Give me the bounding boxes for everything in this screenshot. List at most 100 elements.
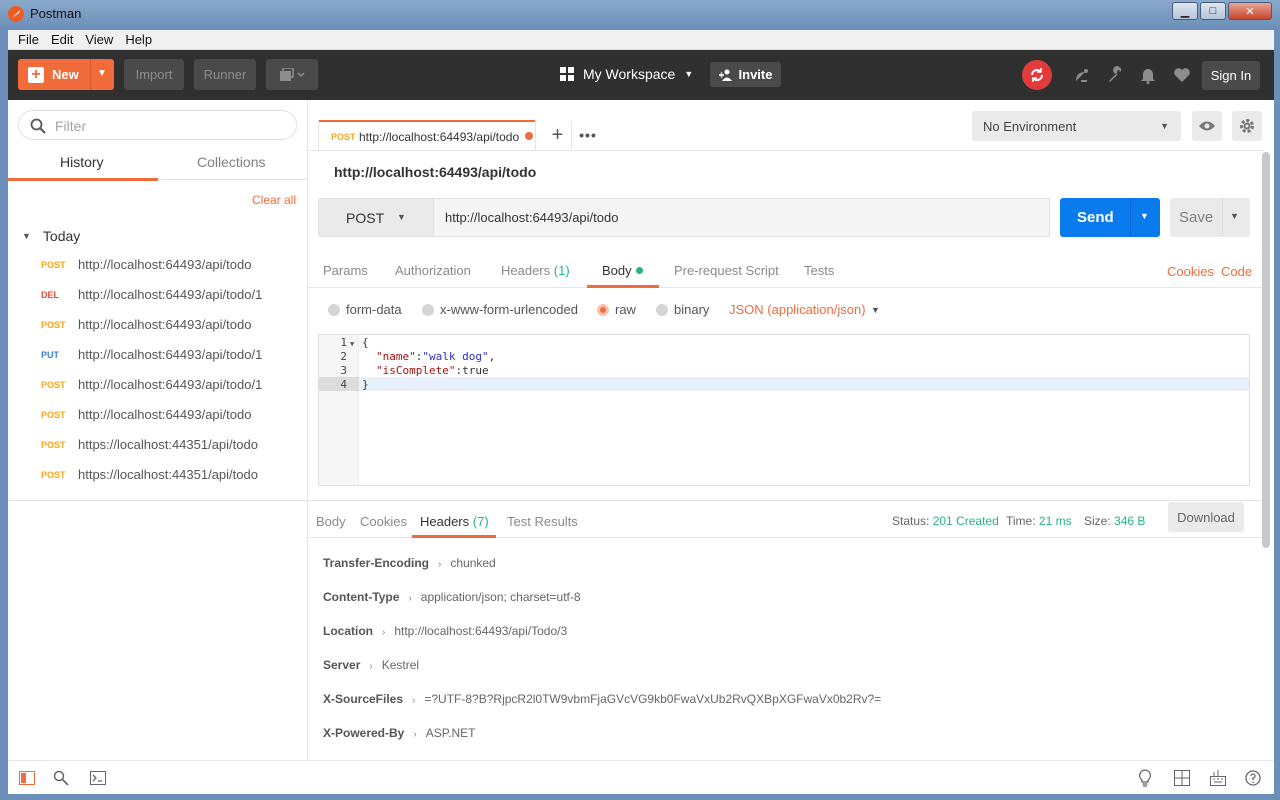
radio-raw[interactable] [597, 304, 609, 316]
tab-response-cookies[interactable]: Cookies [360, 514, 407, 529]
tab-tests[interactable]: Tests [804, 263, 834, 278]
code-line: "isComplete":true [376, 364, 489, 377]
header-key: Server [323, 658, 361, 672]
tab-response-headers-label: Headers [420, 514, 470, 529]
tab-test-results[interactable]: Test Results [507, 514, 578, 529]
json-value: true [462, 364, 489, 377]
body-code-editor[interactable]: ▼ 1 2 3 4 { "name":"walk dog", "isComple… [318, 334, 1250, 486]
console-icon[interactable] [89, 769, 107, 787]
method-badge: POST [41, 320, 66, 330]
menu-help[interactable]: Help [119, 32, 158, 47]
interceptor-satellite-icon[interactable] [1072, 65, 1092, 85]
history-item[interactable]: POST http://localhost:64493/api/todo [8, 309, 307, 339]
chevron-right-icon: › [412, 695, 416, 706]
header-key: X-SourceFiles [323, 692, 404, 706]
new-window-button[interactable] [266, 59, 318, 90]
keyboard-shortcuts-icon[interactable] [1209, 769, 1227, 787]
line-number: 3 [340, 364, 347, 377]
history-url: http://localhost:64493/api/todo/1 [78, 377, 263, 392]
download-button[interactable]: Download [1168, 502, 1244, 532]
clear-all-link[interactable]: Clear all [252, 193, 296, 207]
new-dropdown-chevron-icon[interactable]: ▼ [97, 68, 107, 79]
header-value: =?UTF-8?B?RjpcR2l0TW9vbmFjaGVcVG9kb0FwaV… [424, 692, 882, 706]
sign-in-button[interactable]: Sign In [1202, 61, 1260, 90]
response-headers-count: (7) [472, 514, 489, 529]
code-line: } [362, 378, 369, 391]
code-link[interactable]: Code [1221, 264, 1252, 279]
heart-icon[interactable] [1172, 65, 1192, 85]
history-item[interactable]: PUT http://localhost:64493/api/todo/1 [8, 339, 307, 369]
header-key: Location [323, 624, 373, 638]
tab-history[interactable]: History [60, 154, 104, 170]
environment-quick-look-button[interactable] [1192, 111, 1222, 141]
notifications-bell-icon[interactable] [1138, 65, 1158, 85]
save-dropdown-chevron-icon[interactable]: ▼ [1230, 211, 1239, 221]
tab-response-headers[interactable]: Headers (7) [420, 514, 489, 529]
environment-select[interactable]: No Environment ▼ [972, 111, 1181, 141]
cookies-link[interactable]: Cookies [1167, 264, 1214, 279]
chevron-right-icon: › [408, 593, 412, 604]
menu-file[interactable]: File [12, 32, 45, 47]
history-item[interactable]: POST https://localhost:44351/api/todo [8, 459, 307, 489]
url-input[interactable]: http://localhost:64493/api/todo [434, 198, 1050, 237]
header-key: Content-Type [323, 590, 400, 604]
find-replace-icon[interactable] [52, 769, 70, 787]
history-item[interactable]: POST http://localhost:64493/api/todo/1 [8, 369, 307, 399]
manage-environments-button[interactable] [1232, 111, 1262, 141]
radio-form-data[interactable] [328, 304, 340, 316]
invite-button[interactable]: Invite [710, 62, 781, 87]
raw-label: raw [615, 302, 636, 317]
more-tabs-icon[interactable]: ••• [574, 121, 602, 149]
bootcamp-lightbulb-icon[interactable] [1136, 769, 1154, 787]
send-button[interactable]: Send ▼ [1060, 198, 1160, 237]
workspace-selector[interactable]: My Workspace ▼ [560, 66, 693, 82]
history-item[interactable]: POST http://localhost:64493/api/todo [8, 399, 307, 429]
import-button[interactable]: Import [124, 59, 184, 90]
maximize-button[interactable]: □ [1200, 2, 1226, 20]
fold-chevron-icon[interactable]: ▼ [350, 340, 354, 348]
new-button[interactable]: + New ▼ [18, 59, 114, 90]
two-pane-view-icon[interactable] [1173, 769, 1191, 787]
menu-edit[interactable]: Edit [45, 32, 79, 47]
content-type-select[interactable]: JSON (application/json) [729, 302, 866, 317]
tab-collections[interactable]: Collections [197, 154, 265, 170]
history-list: POST http://localhost:64493/api/todo DEL h… [8, 249, 307, 489]
minimize-button[interactable]: ▁ [1172, 2, 1198, 20]
close-button[interactable]: ✕ [1228, 2, 1272, 20]
radio-binary[interactable] [656, 304, 668, 316]
history-item[interactable]: POST https://localhost:44351/api/todo [8, 429, 307, 459]
filter-input[interactable]: Filter [18, 110, 297, 140]
main-scrollbar[interactable] [1262, 152, 1270, 548]
size-label: Size: [1084, 514, 1111, 528]
toggle-sidebar-icon[interactable] [18, 769, 36, 787]
runner-button[interactable]: Runner [194, 59, 256, 90]
save-button[interactable]: Save ▼ [1170, 198, 1250, 237]
size-readout: Size: 346 B [1084, 514, 1145, 528]
app-window: Postman ▁ □ ✕ File Edit View Help + New … [0, 0, 1280, 800]
history-item[interactable]: POST http://localhost:64493/api/todo [8, 249, 307, 279]
tab-prerequest-script[interactable]: Pre-request Script [674, 263, 779, 278]
tab-params[interactable]: Params [323, 263, 368, 278]
header-value: chunked [450, 556, 496, 570]
history-group-today[interactable]: ▼ Today [22, 228, 80, 244]
tab-body[interactable]: Body [602, 263, 643, 278]
method-select[interactable]: POST ▼ [318, 198, 434, 237]
body-indicator-dot [635, 267, 643, 274]
menu-view[interactable]: View [79, 32, 119, 47]
response-header-row: Transfer-Encoding › chunked [323, 556, 496, 570]
settings-wrench-icon[interactable] [1107, 65, 1127, 85]
add-tab-icon[interactable]: + [544, 121, 572, 149]
save-label: Save [1179, 209, 1214, 226]
history-item[interactable]: DEL http://localhost:64493/api/todo/1 [8, 279, 307, 309]
sync-status-icon[interactable] [1022, 60, 1052, 90]
send-dropdown-chevron-icon[interactable]: ▼ [1140, 211, 1149, 221]
help-icon[interactable] [1244, 769, 1262, 787]
tab-authorization[interactable]: Authorization [395, 263, 471, 278]
new-button-label: New [52, 67, 79, 82]
chevron-down-icon[interactable]: ▼ [871, 305, 880, 315]
request-tab[interactable]: POST http://localhost:64493/api/todo [318, 120, 536, 150]
status-readout: Status: 201 Created [892, 514, 999, 528]
tab-response-body[interactable]: Body [316, 514, 346, 529]
radio-urlencoded[interactable] [422, 304, 434, 316]
tab-headers[interactable]: Headers (1) [501, 263, 570, 278]
